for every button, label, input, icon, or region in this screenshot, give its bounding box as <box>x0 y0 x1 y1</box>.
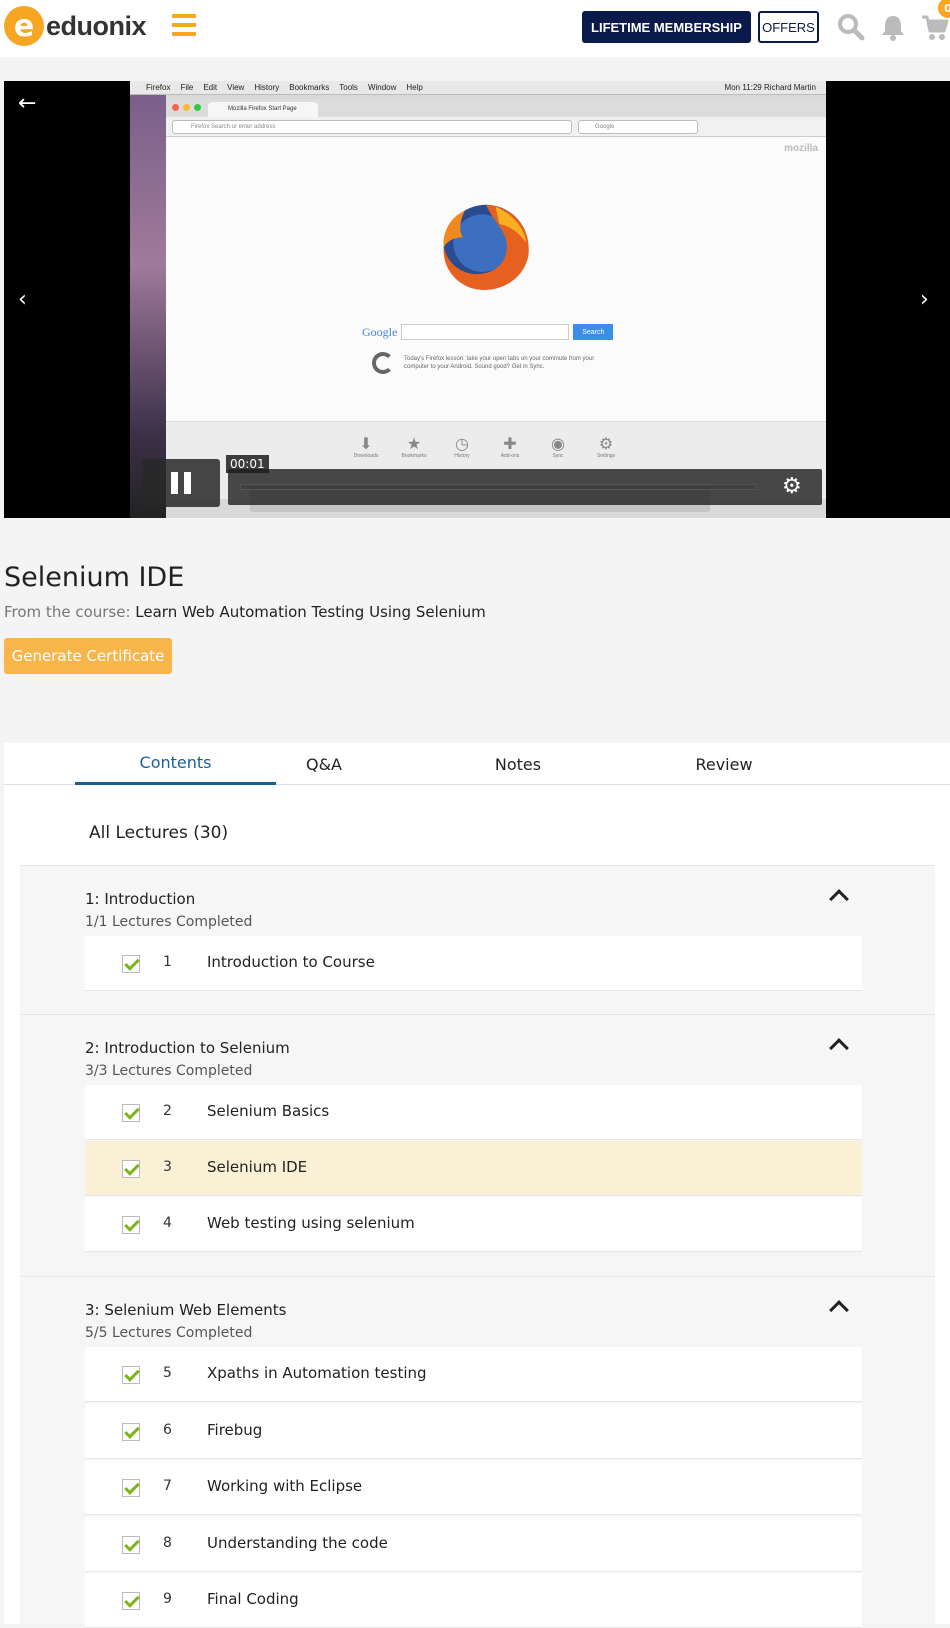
content-tabs: Contents Q&A Notes Review <box>4 743 950 785</box>
url-bar: Firefox Search or enter address <box>172 120 572 134</box>
completed-check-icon <box>122 1104 140 1122</box>
lecture-number: 2 <box>163 1103 172 1119</box>
lecture-number: 1 <box>163 954 172 970</box>
section-progress: 3/3 Lectures Completed <box>85 1063 253 1079</box>
tab-qa[interactable]: Q&A <box>276 743 372 785</box>
lecture-label: Xpaths in Automation testing <box>207 1364 427 1382</box>
section-progress: 1/1 Lectures Completed <box>85 914 253 930</box>
settings-gear-icon[interactable]: ⚙ <box>782 474 802 499</box>
completed-check-icon <box>122 1366 140 1384</box>
tab-contents[interactable]: Contents <box>75 743 276 785</box>
section-selenium-web-elements: 3: Selenium Web Elements 5/5 Lectures Co… <box>20 1276 935 1628</box>
lecture-number: 9 <box>163 1591 172 1607</box>
lecture-number: 3 <box>163 1159 172 1175</box>
section-title[interactable]: 3: Selenium Web Elements <box>85 1301 286 1319</box>
lecture-label: Firebug <box>207 1421 263 1439</box>
tab-notes[interactable]: Notes <box>470 743 566 785</box>
completed-check-icon <box>122 1592 140 1610</box>
back-arrow-icon[interactable]: ← <box>18 91 36 116</box>
lecture-label: Final Coding <box>207 1590 299 1608</box>
browser-tab: Mozilla Firefox Start Page <box>208 102 318 117</box>
lecture-number: 7 <box>163 1478 172 1494</box>
top-header: e eduonix LIFETIME MEMBERSHIP OFFERS 0 <box>0 0 950 57</box>
lecture-number: 6 <box>163 1422 172 1438</box>
section-introduction: 1: Introduction 1/1 Lectures Completed 1… <box>20 865 935 1014</box>
offers-button[interactable]: OFFERS <box>758 11 819 43</box>
browser-search: Google <box>578 120 698 134</box>
course-source: From the course: Learn Web Automation Te… <box>4 603 486 621</box>
lecture-row[interactable]: 8 Understanding the code <box>85 1517 862 1572</box>
collapse-chevron-icon[interactable] <box>829 1038 849 1058</box>
lecture-row[interactable]: 2 Selenium Basics <box>85 1085 862 1140</box>
completed-check-icon <box>122 1479 140 1497</box>
completed-check-icon <box>122 955 140 973</box>
lecture-row[interactable]: 1 Introduction to Course <box>85 936 862 991</box>
completed-check-icon <box>122 1216 140 1234</box>
course-content-panel: Contents Q&A Notes Review All Lectures (… <box>4 743 950 1628</box>
sync-icon <box>372 352 394 374</box>
lecture-label: Selenium IDE <box>207 1158 308 1176</box>
collapse-chevron-icon[interactable] <box>829 1300 849 1320</box>
lecture-row[interactable]: 9 Final Coding <box>85 1573 862 1628</box>
firefox-window: Mozilla Firefox Start Page Firefox Searc… <box>166 99 826 499</box>
video-frame: Firefox File Edit View History Bookmarks… <box>130 81 826 518</box>
tab-review[interactable]: Review <box>676 743 772 785</box>
completed-check-icon <box>122 1536 140 1554</box>
firefox-logo-icon <box>443 204 529 290</box>
lecture-label: Web testing using selenium <box>207 1214 415 1232</box>
lecture-label: Working with Eclipse <box>207 1477 363 1495</box>
generate-certificate-button[interactable]: Generate Certificate <box>4 638 172 674</box>
lecture-row[interactable]: 4 Web testing using selenium <box>85 1197 862 1252</box>
logo-wordmark: eduonix <box>46 10 147 41</box>
desktop-wallpaper <box>130 95 166 518</box>
pause-button[interactable] <box>142 459 220 507</box>
completed-check-icon <box>122 1160 140 1178</box>
search-icon[interactable] <box>836 12 866 42</box>
lecture-row[interactable]: 7 Working with Eclipse <box>85 1460 862 1515</box>
next-lecture-icon[interactable]: › <box>920 287 929 312</box>
lecture-number: 8 <box>163 1535 172 1551</box>
mozilla-brand: mozilla <box>784 143 818 154</box>
lecture-row-current[interactable]: 3 Selenium IDE <box>85 1141 862 1196</box>
section-title[interactable]: 1: Introduction <box>85 890 195 908</box>
video-player[interactable]: Firefox File Edit View History Bookmarks… <box>4 81 950 518</box>
seek-bar[interactable] <box>240 484 756 490</box>
collapse-chevron-icon[interactable] <box>829 889 849 909</box>
sync-message: Today's Firefox lesson: take your open t… <box>404 356 595 370</box>
bell-icon[interactable] <box>878 12 908 42</box>
lecture-row[interactable]: 6 Firebug <box>85 1404 862 1459</box>
current-time: 00:01 <box>226 455 269 473</box>
lecture-label: Selenium Basics <box>207 1102 330 1120</box>
lecture-number: 4 <box>163 1215 172 1231</box>
lecture-label: Introduction to Course <box>207 953 375 971</box>
previous-lecture-icon[interactable]: ‹ <box>18 287 27 312</box>
completed-check-icon <box>122 1423 140 1441</box>
lecture-label: Understanding the code <box>207 1534 388 1552</box>
course-name[interactable]: Learn Web Automation Testing Using Selen… <box>135 603 486 621</box>
section-title[interactable]: 2: Introduction to Selenium <box>85 1039 290 1057</box>
logo-mark: e <box>4 6 44 46</box>
lecture-number: 5 <box>163 1365 172 1381</box>
section-progress: 5/5 Lectures Completed <box>85 1325 253 1341</box>
menu-icon[interactable] <box>172 14 196 36</box>
section-introduction-to-selenium: 2: Introduction to Selenium 3/3 Lectures… <box>20 1014 935 1276</box>
eduonix-logo[interactable]: e eduonix <box>4 6 147 46</box>
all-lectures-heading: All Lectures (30) <box>89 823 229 843</box>
google-search-row: Google Search <box>362 324 614 340</box>
lecture-title: Selenium IDE <box>4 562 185 593</box>
lifetime-membership-button[interactable]: LIFETIME MEMBERSHIP <box>582 11 751 43</box>
mac-menubar: Firefox File Edit View History Bookmarks… <box>130 81 826 95</box>
lecture-row[interactable]: 5 Xpaths in Automation testing <box>85 1347 862 1402</box>
